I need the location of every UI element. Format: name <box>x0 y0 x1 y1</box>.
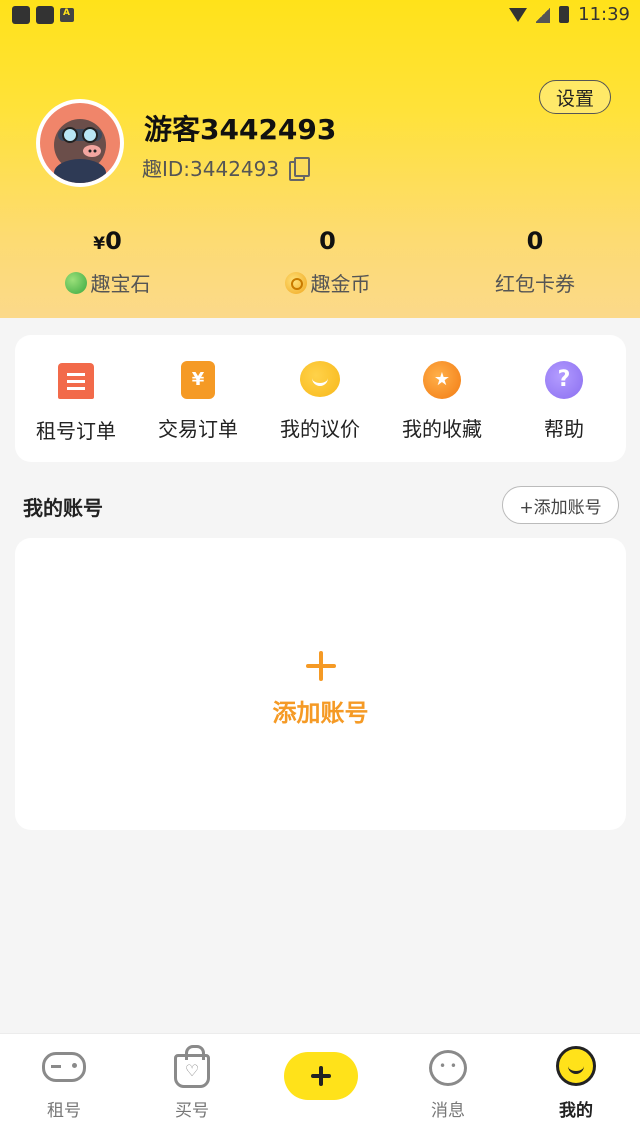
chat-icon <box>429 1050 467 1086</box>
menu-label: 帮助 <box>544 417 584 441</box>
menu-help[interactable]: ? 帮助 <box>503 335 625 462</box>
profile-header: 11:39 设置 游客3442493 趣ID:3442493 ¥0 趣宝石 <box>0 0 640 318</box>
nav-rent[interactable]: 租号 <box>0 1034 128 1136</box>
nav-label: 买号 <box>175 1101 209 1121</box>
notification-icon <box>12 6 30 24</box>
menu-label: 我的收藏 <box>402 417 482 441</box>
add-account-link[interactable]: 添加账号 <box>15 693 626 728</box>
avatar[interactable] <box>36 99 124 187</box>
menu-label: 我的议价 <box>280 417 360 441</box>
nav-label: 我的 <box>559 1101 593 1121</box>
coin-icon <box>284 271 307 294</box>
my-accounts-title: 我的账号 <box>23 496 103 520</box>
yen-order-icon: ¥ <box>178 361 218 401</box>
wifi-icon <box>509 7 528 22</box>
signal-icon <box>536 6 551 23</box>
gem-label: 趣宝石 <box>90 272 151 296</box>
nav-me[interactable]: 我的 <box>512 1034 640 1136</box>
menu-trade-orders[interactable]: ¥ 交易订单 <box>137 335 259 462</box>
gem-icon <box>64 271 87 294</box>
nav-label: 租号 <box>47 1101 81 1121</box>
menu-label: 租号订单 <box>36 419 116 443</box>
coin-value: 0 <box>319 227 336 255</box>
smile-bubble-icon <box>300 361 340 401</box>
coin-label: 趣金币 <box>310 272 371 296</box>
quick-menu: 租号订单 ¥ 交易订单 我的议价 ★ 我的收藏 ? 帮助 <box>15 335 626 462</box>
gem-value: 0 <box>105 227 122 255</box>
status-bar: 11:39 <box>0 0 640 30</box>
settings-button[interactable]: 设置 <box>539 80 611 114</box>
shopping-bag-icon <box>174 1045 210 1088</box>
star-icon: ★ <box>422 361 462 401</box>
menu-label: 交易订单 <box>158 417 238 441</box>
receipt-icon <box>56 363 96 403</box>
nav-label: 消息 <box>431 1101 465 1121</box>
add-account-button[interactable]: +添加账号 <box>502 486 619 524</box>
menu-my-bargains[interactable]: 我的议价 <box>259 335 381 462</box>
plus-icon <box>306 651 336 681</box>
notification-icon <box>60 8 74 22</box>
nav-messages[interactable]: 消息 <box>384 1034 512 1136</box>
coupon-label: 红包卡券 <box>495 272 575 296</box>
gamepad-icon <box>42 1052 86 1082</box>
coupon-value: 0 <box>526 227 544 255</box>
wallet-stats: ¥0 趣宝石 0 趣金币 0 红包卡券 <box>0 224 640 297</box>
copy-icon[interactable] <box>289 156 311 181</box>
status-time: 11:39 <box>578 4 630 25</box>
menu-rent-orders[interactable]: 租号订单 <box>15 335 137 462</box>
profile-smile-icon <box>556 1046 596 1086</box>
menu-my-favorites[interactable]: ★ 我的收藏 <box>381 335 503 462</box>
notification-icon <box>36 6 54 24</box>
help-icon: ? <box>544 361 584 401</box>
accounts-empty-card[interactable]: 添加账号 <box>15 538 626 830</box>
nav-buy[interactable]: 买号 <box>128 1034 256 1136</box>
username: 游客3442493 <box>144 113 337 146</box>
currency-symbol: ¥ <box>93 234 106 254</box>
coupon-stat[interactable]: 0 红包卡券 <box>450 224 620 297</box>
avatar-character-icon <box>54 119 106 183</box>
gem-stat[interactable]: ¥0 趣宝石 <box>10 224 205 297</box>
user-id: 趣ID:3442493 <box>142 157 280 181</box>
publish-plus-button[interactable] <box>284 1052 358 1100</box>
coin-stat[interactable]: 0 趣金币 <box>205 224 450 297</box>
battery-icon <box>559 6 570 23</box>
